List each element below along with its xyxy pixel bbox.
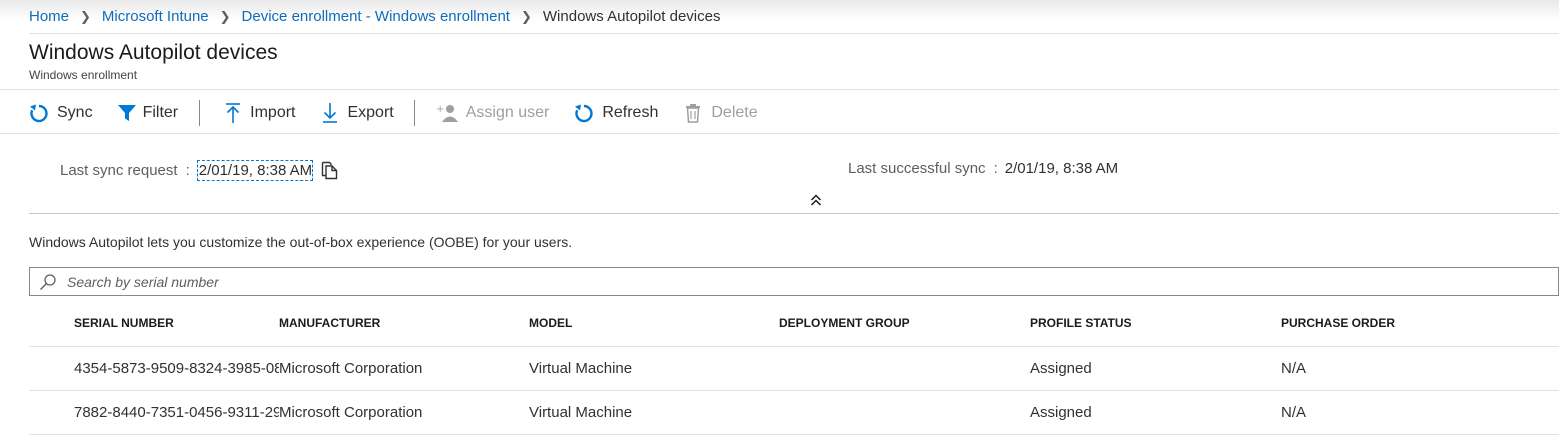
serial-number-cell: 4354-5873-9509-8324-3985-084... [74,360,279,377]
filter-icon [117,103,137,123]
column-header-model[interactable]: MODEL [529,316,779,330]
filter-button[interactable]: Filter [117,97,179,129]
description: Windows Autopilot lets you customize the… [29,234,573,250]
sync-button[interactable]: Sync [29,97,93,129]
serial-number-cell: 7882-8440-7351-0456-9311-2963... [74,404,279,421]
breadcrumb-home[interactable]: Home [29,8,69,25]
trash-icon [685,103,701,123]
refresh-button[interactable]: Refresh [574,97,658,129]
breadcrumb-current: Windows Autopilot devices [542,8,721,25]
divider [0,133,1559,134]
model-cell: Virtual Machine [529,404,633,421]
breadcrumb-microsoft-intune[interactable]: Microsoft Intune [102,8,209,25]
add-user-icon: + [436,103,458,123]
devices-table: SERIAL NUMBER MANUFACTURER MODEL DEPLOYM… [29,300,1559,435]
divider [0,89,1559,90]
divider [29,33,1559,34]
purchase-order-cell: N/A [1281,404,1307,421]
purchase-order-cell: N/A [1281,360,1307,377]
export-label: Export [347,104,394,121]
search-box [29,267,1559,296]
svg-text:+: + [436,104,444,115]
download-icon [321,102,339,124]
sync-label: Sync [57,104,93,121]
delete-button[interactable]: Delete [685,97,758,129]
page-title: Windows Autopilot devices [29,41,278,64]
column-header-deployment-group[interactable]: DEPLOYMENT GROUP [779,316,1030,330]
last-sync-request-label: Last sync request [60,162,178,179]
import-label: Import [250,104,296,121]
filter-label: Filter [142,104,179,121]
toolbar-separator [413,100,415,126]
table-row[interactable]: 7882-8440-7351-0456-9311-2963... Microso… [29,391,1559,435]
double-chevron-up-icon[interactable] [809,192,823,213]
page-subtitle: Windows enrollment [29,68,138,82]
column-header-purchase-order[interactable]: PURCHASE ORDER [1281,316,1481,330]
model-cell: Virtual Machine [529,360,633,377]
breadcrumb: Home ❯ Microsoft Intune ❯ Device enrollm… [29,8,720,25]
chevron-right-icon: ❯ [80,8,91,24]
divider [29,213,1559,214]
column-header-manufacturer[interactable]: MANUFACTURER [279,316,529,330]
toolbar-separator [199,100,201,126]
last-sync-request: Last sync request : 2/01/19, 8:38 AM [60,160,338,181]
manufacturer-cell: Microsoft Corporation [279,404,423,421]
profile-status-cell: Assigned [1030,360,1092,377]
search-icon [39,273,57,291]
manufacturer-cell: Microsoft Corporation [279,360,423,377]
delete-label: Delete [711,104,758,121]
copy-icon[interactable] [321,161,338,180]
assign-user-label: Assign user [465,104,550,121]
breadcrumb-device-enrollment[interactable]: Device enrollment - Windows enrollment [242,8,510,25]
refresh-icon [574,102,594,124]
column-header-serial-number[interactable]: SERIAL NUMBER [29,316,279,330]
last-sync-request-value[interactable]: 2/01/19, 8:38 AM [196,160,314,181]
export-button[interactable]: Export [321,97,394,129]
chevron-right-icon: ❯ [520,8,532,24]
table-header: SERIAL NUMBER MANUFACTURER MODEL DEPLOYM… [29,300,1559,347]
import-button[interactable]: Import [224,97,295,129]
column-header-profile-status[interactable]: PROFILE STATUS [1030,316,1281,330]
last-successful-sync-label: Last successful sync [848,160,986,177]
profile-status-cell: Assigned [1030,404,1092,421]
refresh-label: Refresh [602,104,659,121]
assign-user-button[interactable]: + Assign user [436,97,550,129]
last-successful-sync: Last successful sync : 2/01/19, 8:38 AM [848,160,1119,177]
table-row[interactable]: 4354-5873-9509-8324-3985-084... Microsof… [29,347,1559,391]
chevron-right-icon: ❯ [219,8,231,24]
command-bar: Sync Filter Import Export + Assign user … [29,97,758,129]
sync-icon [29,102,49,124]
upload-icon [224,102,242,124]
last-successful-sync-value: 2/01/19, 8:38 AM [1004,160,1119,177]
search-input[interactable] [67,273,1467,290]
